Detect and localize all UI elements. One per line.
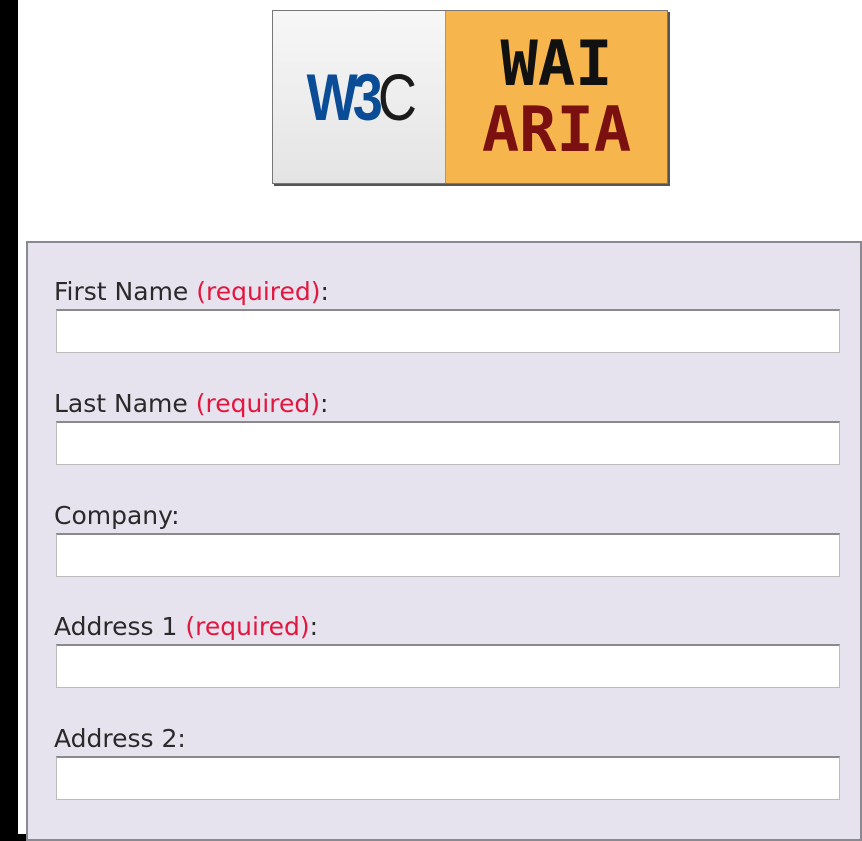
address-1-input[interactable] bbox=[56, 644, 840, 688]
required-indicator: (required) bbox=[196, 277, 321, 306]
address-2-label: Address 2: bbox=[54, 724, 186, 753]
company-label: Company: bbox=[54, 501, 180, 530]
w3c-logo: W3C bbox=[273, 11, 446, 183]
page: W3C WAI ARIA First Name (required): Last… bbox=[18, 0, 862, 841]
required-indicator: (required) bbox=[185, 612, 310, 641]
company-input[interactable] bbox=[56, 533, 840, 577]
logo-wai-text: WAI bbox=[500, 27, 613, 100]
first-name-label: First Name (required): bbox=[54, 277, 329, 306]
first-name-input[interactable] bbox=[56, 309, 840, 353]
contact-form: First Name (required): Last Name (requir… bbox=[26, 241, 862, 841]
last-name-input[interactable] bbox=[56, 421, 840, 465]
logo-aria-text: ARIA bbox=[481, 93, 632, 166]
address-1-label: Address 1 (required): bbox=[54, 612, 319, 641]
required-indicator: (required) bbox=[195, 389, 320, 418]
wai-aria-badge: WAI ARIA bbox=[446, 11, 667, 183]
last-name-label: Last Name (required): bbox=[54, 389, 329, 418]
address-2-input[interactable] bbox=[56, 756, 840, 800]
w3c-wai-aria-logo: W3C WAI ARIA bbox=[272, 10, 668, 184]
